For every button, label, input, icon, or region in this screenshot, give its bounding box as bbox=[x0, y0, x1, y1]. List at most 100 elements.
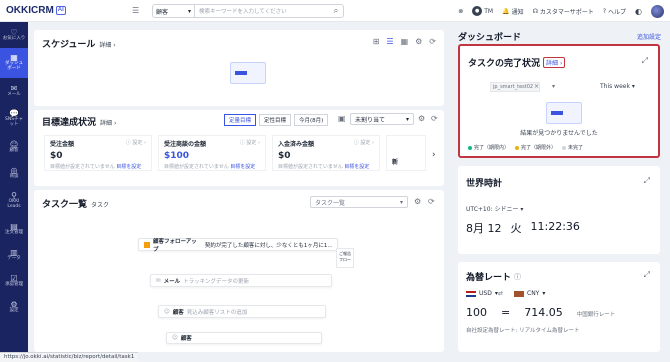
add-icon[interactable]: ⊞ bbox=[373, 37, 380, 46]
profile-avatar[interactable] bbox=[651, 4, 664, 18]
add-settings-link[interactable]: 追加設定 bbox=[637, 32, 661, 41]
sidebar-item-settings[interactable]: ⚙ 設定 bbox=[0, 294, 28, 320]
goal-setting-link[interactable]: ⓘ 設定 › bbox=[126, 139, 146, 148]
period-select[interactable]: 今月(8月) bbox=[294, 114, 329, 126]
refresh-icon[interactable]: ⟳ bbox=[428, 197, 435, 206]
sidebar-item-approval[interactable]: ☑ 承認管理 bbox=[0, 268, 28, 294]
refresh-icon[interactable]: ⟳ bbox=[429, 37, 436, 46]
notifications-button[interactable]: 🔔 通知 bbox=[502, 7, 524, 16]
menu-item[interactable]: フロー bbox=[339, 257, 351, 263]
settings-icon[interactable]: ⚙ bbox=[415, 37, 422, 46]
swap-icon[interactable]: ⇄ bbox=[498, 290, 503, 297]
to-currency-select[interactable]: CNY ▾ bbox=[514, 290, 545, 297]
fx-amount-input[interactable]: 100 bbox=[466, 306, 487, 319]
goal-desc: 目標値が設定されていません 目標を設定 bbox=[50, 163, 146, 170]
set-goal-link[interactable]: 目標を設定 bbox=[116, 164, 141, 170]
task-list-subtitle: タスク bbox=[91, 202, 110, 209]
search-icon[interactable]: ⌕ bbox=[329, 6, 343, 16]
goal-setting-link[interactable]: ⓘ 設定 › bbox=[240, 139, 260, 148]
refresh-icon[interactable]: ⟳ bbox=[431, 114, 438, 123]
goal-title: 受注金額 bbox=[50, 141, 75, 148]
sidebar-label: 設定 bbox=[9, 307, 19, 313]
help-icon: ? bbox=[602, 7, 606, 15]
headset-icon: ☊ bbox=[532, 7, 538, 15]
sidebar-label: 顧客 bbox=[9, 147, 19, 153]
help-button[interactable]: ? ヘルプ bbox=[603, 7, 626, 16]
expand-icon[interactable]: ⤢ bbox=[642, 56, 648, 66]
chat-icon: 💬 bbox=[9, 109, 19, 118]
help-label: ヘルプ bbox=[608, 8, 627, 16]
goal-card-orders: 受注金額 ⓘ 設定 › $0 目標値が設定されていません 目標を設定 bbox=[44, 135, 152, 171]
chevron-right-icon[interactable]: › bbox=[432, 150, 436, 160]
assignee-select[interactable]: 未割り当て ▾ bbox=[350, 113, 414, 125]
sidebar-item-dashboard[interactable]: ▦ ダッシュボード bbox=[0, 48, 28, 78]
grid-view-icon[interactable]: ▦ bbox=[401, 37, 409, 46]
empty-illustration bbox=[546, 102, 582, 124]
expand-icon[interactable]: ⤢ bbox=[644, 176, 650, 186]
support-button[interactable]: ☊ カスタマーサポート bbox=[533, 7, 594, 16]
set-goal-link[interactable]: 目標を設定 bbox=[344, 164, 369, 170]
settings-icon[interactable]: ⚙ bbox=[414, 197, 421, 206]
user-filter-label: jp_smart_test02 bbox=[493, 84, 534, 90]
sidebar-item-sns[interactable]: 💬 SNSチャット bbox=[0, 104, 28, 134]
sidebar-item-favorites[interactable]: ♡ お気に入り bbox=[0, 22, 28, 48]
goal-setting-link[interactable]: ⓘ 設定 › bbox=[354, 139, 374, 148]
info-icon[interactable]: ⓘ bbox=[514, 272, 521, 282]
clock-display: 8月 12 火 11:22:36 bbox=[466, 220, 580, 236]
goals-detail-link[interactable]: 詳細 › bbox=[100, 118, 116, 127]
task-status-title: タスクの完了状況 bbox=[468, 59, 541, 69]
goal-desc: 目標値が設定されていません 目標を設定 bbox=[278, 163, 374, 170]
fx-source-select[interactable]: 中国銀行レート bbox=[577, 310, 616, 318]
user-initials: TM bbox=[484, 7, 494, 15]
setting-label: 設定 bbox=[360, 140, 371, 146]
goal-card-deals: 受注商談の金額 ⓘ 設定 › $100 目標値が設定されていません 目標を設定 bbox=[158, 135, 266, 171]
task-preview-row: ☺ 顧客 bbox=[166, 332, 322, 344]
task-desc: トラッキングデータの更新 bbox=[183, 278, 249, 285]
schedule-detail-link[interactable]: 詳細 › bbox=[99, 40, 115, 49]
search-input[interactable]: 検索キーワードを入力してください bbox=[195, 7, 329, 15]
heart-icon: ♡ bbox=[10, 27, 18, 37]
empty-message: 結果が見つかりませんでした bbox=[520, 130, 598, 137]
task-filter-label: タスク一覧 bbox=[315, 199, 346, 207]
timezone-select[interactable]: UTC+10: シドニー ▾ bbox=[466, 204, 523, 213]
notifications-label: 通知 bbox=[511, 8, 524, 16]
list-view-icon[interactable]: ☰ bbox=[386, 37, 393, 46]
world-clock-title: 世界時計 bbox=[466, 179, 503, 189]
tab-quantitative[interactable]: 定量目標 bbox=[224, 114, 257, 126]
from-currency-label: USD bbox=[479, 290, 492, 297]
bell-off-icon[interactable]: ⊗ bbox=[458, 8, 463, 15]
sidebar-label: SNSチャット bbox=[4, 117, 24, 127]
sidebar-label: 承認管理 bbox=[5, 281, 23, 287]
sidebar-item-leads[interactable]: ⚲ OKKI Leads bbox=[0, 186, 28, 216]
user-menu[interactable]: ● TM bbox=[472, 6, 493, 16]
goal-title: 入金済み金額 bbox=[278, 141, 315, 148]
set-goal-link[interactable]: 目標を設定 bbox=[230, 164, 255, 170]
clear-icon[interactable]: × bbox=[534, 83, 539, 90]
mail-icon: ✉ bbox=[156, 277, 161, 284]
calendar-icon[interactable]: ▣ bbox=[338, 114, 346, 123]
sidebar-item-customer[interactable]: ☺ 顧客 bbox=[0, 134, 28, 160]
legend-label: 完了（期限外） bbox=[521, 145, 557, 151]
menu-icon[interactable]: ☰ bbox=[132, 6, 139, 15]
theme-icon[interactable]: ◐ bbox=[635, 7, 642, 16]
task-filter-select[interactable]: タスク一覧 ▾ bbox=[310, 196, 408, 208]
expand-icon[interactable]: ⤢ bbox=[644, 270, 650, 280]
sidebar-item-deal[interactable]: ◎ 商談 bbox=[0, 160, 28, 186]
okki-logo[interactable]: OKKICRM AI bbox=[0, 0, 66, 22]
sidebar-item-orders[interactable]: ▤ 注文管理 bbox=[0, 216, 28, 242]
status-legend: 完了（期限内） 完了（期限外） 未完了 bbox=[468, 144, 583, 151]
task-desc: 契約が完了した顧客に対し、少なくとも1ヶ月に1… bbox=[204, 242, 332, 249]
global-search: 顧客 ▾ 検索キーワードを入力してください ⌕ bbox=[152, 4, 344, 18]
period-select[interactable]: This week ▾ bbox=[600, 83, 635, 90]
legend-item: 完了（期限内） bbox=[468, 144, 509, 151]
settings-icon[interactable]: ⚙ bbox=[418, 114, 425, 123]
user-filter-chip[interactable]: jp_smart_test02 bbox=[490, 82, 540, 92]
from-currency-select[interactable]: USD ▾ bbox=[466, 290, 498, 297]
sidebar-item-mail[interactable]: ✉ メール bbox=[0, 78, 28, 104]
task-status-detail-link[interactable]: 詳細 › bbox=[543, 57, 566, 68]
sidebar-item-data[interactable]: ▥ データ bbox=[0, 242, 28, 268]
task-preview-row: ✉ メール トラッキングデータの更新 bbox=[150, 274, 332, 287]
search-category-select[interactable]: 顧客 ▾ bbox=[153, 5, 195, 17]
tab-qualitative[interactable]: 定性目標 bbox=[259, 114, 292, 126]
link-status-bar: https://jo.okki.ai/statistic/biz/report/… bbox=[0, 352, 139, 362]
